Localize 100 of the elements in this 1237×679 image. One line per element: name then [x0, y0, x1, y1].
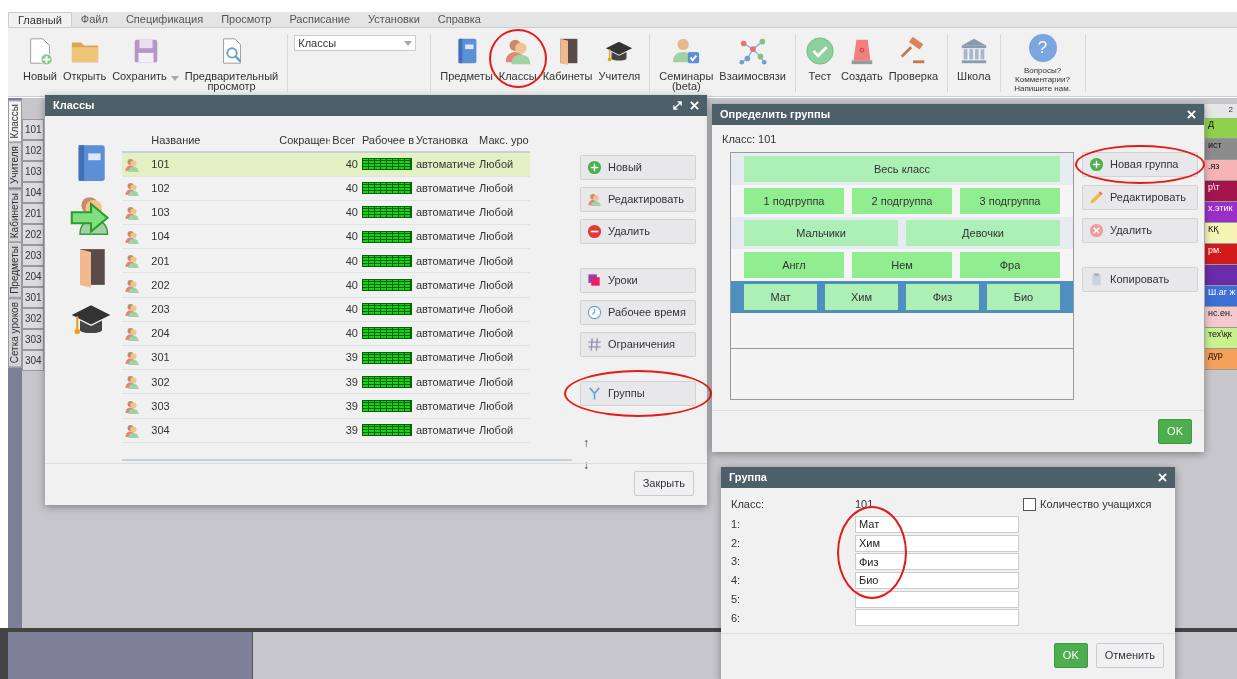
group-cell[interactable]: Мальчики [744, 220, 898, 246]
toolbar-button[interactable]: Редактировать [580, 187, 696, 212]
row-header: 102 [22, 140, 44, 161]
group-cell[interactable]: 2 подгруппа [852, 188, 952, 214]
menu-tab[interactable]: Справка [428, 12, 490, 27]
expand-icon[interactable] [673, 101, 682, 110]
checkbox[interactable] [1023, 497, 1036, 511]
group-cell[interactable]: Весь класс [744, 156, 1060, 182]
toolbar-button[interactable]: Взаимосвязи [716, 34, 789, 83]
toolbar-button[interactable]: Открыть [59, 34, 110, 83]
group-row[interactable]: Весь класс [731, 153, 1073, 185]
table-row[interactable]: 203 40 автоматиче Любой [122, 297, 530, 322]
help-text[interactable]: Вопросы? Комментарии? Напишите нам. [1006, 66, 1079, 93]
menu-tab[interactable]: Главный [8, 12, 72, 27]
toolbar-button[interactable]: Редактировать [1082, 185, 1198, 210]
group-cell[interactable]: Хим [825, 284, 898, 310]
timetable-bar-drawing [361, 327, 412, 340]
toolbar-button[interactable]: Удалить [1082, 218, 1198, 243]
toolbar-button[interactable]: Копировать [1082, 267, 1198, 292]
menu-tab[interactable]: Расписание [280, 12, 360, 27]
class-label: Класс: 101 [721, 132, 778, 147]
scrollbar[interactable] [122, 458, 572, 461]
toolbar-button[interactable]: Создать [838, 34, 886, 83]
toolbar-button[interactable]: Учителя [595, 34, 644, 83]
table-row[interactable]: 104 40 автоматиче Любой [122, 224, 530, 249]
side-tab[interactable]: Сетка уроков [8, 297, 22, 367]
table-row[interactable]: 303 39 автоматиче Любой [122, 393, 530, 419]
row-header: 101 [22, 119, 44, 140]
toolbar-button[interactable]: Рабочее время [580, 300, 696, 325]
table-row[interactable]: 103 40 автоматиче Любой [122, 200, 530, 225]
side-tab[interactable]: Предметы [8, 241, 22, 298]
close-button[interactable]: Закрыть [633, 471, 694, 496]
toolbar-button[interactable]: Сохранить [109, 34, 182, 83]
toolbar-button[interactable]: Предварительный просмотр [181, 34, 282, 93]
input-field[interactable]: Мат [855, 515, 1019, 533]
group-cell[interactable]: 1 подгруппа [744, 188, 844, 214]
side-tab[interactable]: Классы [8, 100, 22, 143]
input-field[interactable] [855, 609, 1019, 627]
group-row[interactable]: Мат Хим Физ Био [731, 281, 1073, 313]
view-dropdown[interactable]: Классы [294, 35, 417, 51]
table-cell: автоматиче [413, 200, 478, 225]
group-cell[interactable]: Девочки [906, 220, 1060, 246]
table-cell: 304 [149, 418, 278, 443]
toolbar-button[interactable]: Кабинеты [539, 34, 596, 83]
side-tab[interactable]: Учителя [8, 142, 22, 189]
group-cell[interactable]: Физ [906, 284, 979, 310]
person-checkbox-icon [671, 36, 702, 66]
input-field[interactable] [855, 590, 1019, 608]
table-cell: Любой [477, 369, 530, 394]
toolbar-button[interactable]: Группы [580, 381, 696, 406]
group-cell[interactable]: Мат [744, 284, 817, 310]
table-row[interactable]: 101 40 автоматиче Любой [122, 152, 530, 177]
toolbar-button[interactable]: Удалить [580, 219, 696, 244]
move-up-button[interactable]: ↑ [583, 434, 696, 452]
close-icon[interactable] [1158, 473, 1167, 482]
close-icon[interactable] [690, 101, 699, 110]
toolbar-button[interactable]: Уроки [580, 268, 696, 293]
table-row[interactable]: 304 39 автоматиче Любой [122, 418, 530, 443]
toolbar-button[interactable]: Новый [20, 34, 60, 83]
lesson-cell: тех\қк [1205, 328, 1237, 349]
group-cell[interactable]: 3 подгруппа [960, 188, 1060, 214]
input-field[interactable]: Хим [855, 534, 1019, 552]
table-row[interactable]: 102 40 автоматиче Любой [122, 176, 530, 201]
toolbar-button[interactable]: Ограничения [580, 332, 696, 357]
timetable-bar-drawing [361, 375, 412, 388]
table-cell: автоматиче [413, 297, 478, 322]
group-cell[interactable]: Англ [744, 252, 844, 278]
menu-tab[interactable]: Просмотр [212, 12, 281, 27]
group-cell[interactable]: Нем [852, 252, 952, 278]
menu-tab[interactable]: Файл [71, 12, 117, 27]
toolbar-button[interactable]: Проверка [885, 34, 942, 83]
input-field[interactable]: Физ [855, 553, 1019, 571]
group-cell[interactable]: Фра [960, 252, 1060, 278]
table-cell: автоматиче [413, 345, 478, 370]
side-tab[interactable]: Кабинеты [8, 188, 22, 242]
table-row[interactable]: 301 39 автоматиче Любой [122, 345, 530, 370]
toolbar-button[interactable]: Новый [580, 155, 696, 180]
row-header: 204 [22, 266, 44, 287]
table-row[interactable]: 201 40 автоматиче Любой [122, 248, 530, 273]
group-cell[interactable]: Био [987, 284, 1060, 310]
input-field[interactable]: Био [855, 571, 1019, 589]
timetable-bar-drawing [361, 303, 412, 316]
menu-tab[interactable]: Установки [359, 12, 429, 27]
close-icon[interactable] [1187, 110, 1196, 119]
toolbar-button[interactable]: Предметы [437, 34, 496, 83]
table-cell: Любой [477, 297, 530, 322]
toolbar-button[interactable]: Тест [802, 34, 838, 83]
toolbar-button[interactable]: Классы [495, 34, 540, 83]
toolbar-button[interactable]: Школа [954, 34, 994, 83]
table-row[interactable]: 204 40 автоматиче Любой [122, 321, 530, 346]
toolbar-button[interactable]: Семинары (beta) [656, 34, 717, 93]
timetable-bar-drawing [361, 424, 412, 437]
menu-tab[interactable]: Спецификация [116, 12, 213, 27]
group-row[interactable]: Мальчики Девочки [731, 217, 1073, 249]
table-row[interactable]: 302 39 автоматиче Любой [122, 369, 530, 394]
table-cell: Любой [477, 224, 530, 249]
toolbar-button[interactable]: Новая группа [1082, 152, 1198, 177]
cancel-button[interactable]: Отменить [1095, 643, 1164, 668]
table-cell: автоматиче [413, 272, 478, 298]
table-row[interactable]: 202 40 автоматиче Любой [122, 272, 530, 298]
